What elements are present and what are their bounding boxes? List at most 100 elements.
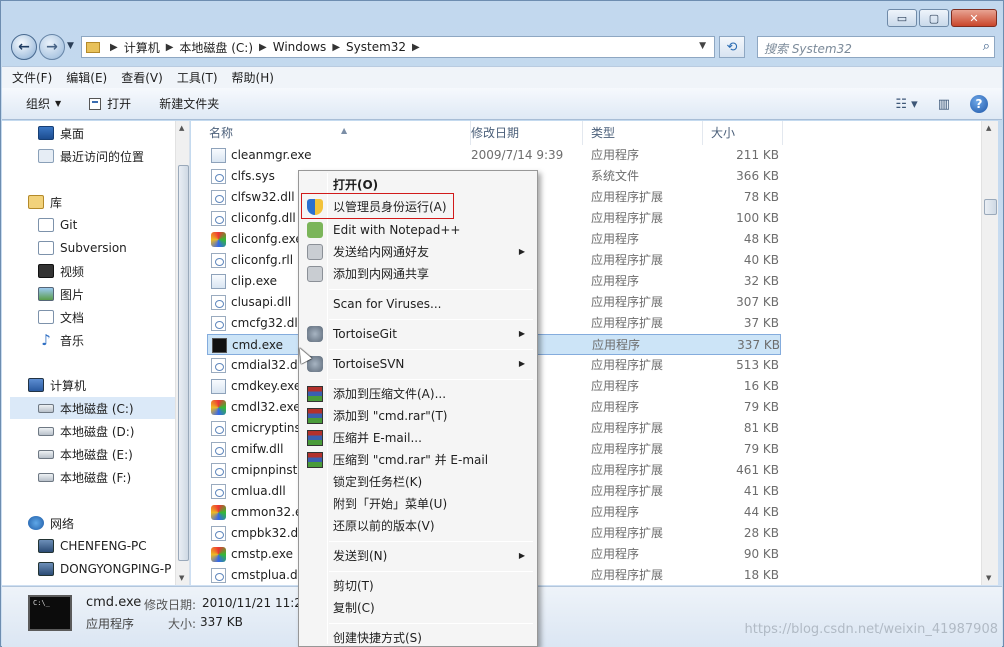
back-button[interactable]: ← (11, 34, 37, 60)
chevron-right-icon[interactable]: ▶ (110, 42, 118, 53)
exe-file-icon (211, 274, 226, 289)
menu-item-pin-start[interactable]: 附到「开始」菜单(U) (301, 493, 535, 515)
column-label: 名称 (209, 126, 234, 140)
minimize-button[interactable]: ▭ (887, 9, 917, 27)
history-dropdown-icon[interactable]: ▼ (67, 41, 74, 51)
file-type-cell: 应用程序 (591, 274, 640, 288)
menu-view[interactable]: 查看(V) (121, 69, 163, 86)
chevron-right-icon[interactable]: ▶ (259, 42, 267, 53)
nav-item-drive-c[interactable]: 本地磁盘 (C:) (10, 397, 182, 419)
file-size-cell: 78 KB (743, 190, 779, 204)
nav-item-host-chenfeng[interactable]: CHENFENG-PC (38, 535, 189, 557)
chevron-right-icon[interactable]: ▶ (412, 42, 420, 53)
menu-tools[interactable]: 工具(T) (177, 69, 218, 86)
nav-item-git[interactable]: Git (38, 214, 189, 236)
menu-item-edit-notepadpp[interactable]: Edit with Notepad++ (301, 219, 535, 241)
preview-pane-icon[interactable]: ▥ (938, 97, 950, 112)
address-dropdown-icon[interactable]: ▼ (699, 41, 706, 51)
open-button[interactable]: 打开 (89, 95, 131, 112)
winrar-icon (307, 430, 323, 446)
nav-item-subversion[interactable]: Subversion (38, 237, 189, 259)
new-folder-button[interactable]: 新建文件夹 (159, 95, 219, 112)
menu-item-restore-versions[interactable]: 还原以前的版本(V) (301, 515, 535, 537)
navigation-pane: 桌面 最近访问的位置 库 Git Subversion 视频 图片 文档 ♪ 音乐… (2, 121, 190, 585)
refresh-button[interactable]: ⟲ (719, 36, 745, 58)
menu-item-add-cmd-rar[interactable]: 添加到 "cmd.rar"(T) (301, 405, 535, 427)
menu-item-add-lan-share[interactable]: 添加到内网通共享 (301, 263, 535, 285)
column-header-size[interactable]: 大小 (703, 121, 783, 145)
nav-item-music[interactable]: ♪ 音乐 (38, 329, 189, 351)
breadcrumb-system32[interactable]: System32 (346, 40, 406, 54)
exe-file-icon (211, 547, 226, 562)
nav-item-host-dongyongping[interactable]: DONGYONGPING-P (38, 558, 189, 580)
menu-item-compress-email[interactable]: 压缩并 E-mail... (301, 427, 535, 449)
forward-button[interactable]: → (39, 34, 65, 60)
nav-item-recent[interactable]: 最近访问的位置 (38, 145, 189, 167)
column-header-date[interactable]: 修改日期 (463, 121, 583, 145)
menu-item-scan-viruses[interactable]: Scan for Viruses... (301, 293, 535, 315)
table-row[interactable]: cleanmgr.exe 2009/7/14 9:39 应用程序 211 KB (207, 145, 781, 166)
nav-label: 最近访问的位置 (60, 149, 145, 164)
nav-scroll-thumb[interactable] (178, 165, 189, 561)
nav-item-network[interactable]: 网络 (28, 512, 189, 534)
organize-button[interactable]: 组织 ▼ (26, 95, 61, 112)
back-arrow-icon: ← (18, 39, 30, 55)
chevron-right-icon[interactable]: ▶ (332, 42, 340, 53)
nav-scrollbar[interactable]: ▲ ▼ (175, 121, 189, 585)
menu-item-pin-taskbar[interactable]: 锁定到任务栏(K) (301, 471, 535, 493)
file-list-scrollbar[interactable]: ▲ ▼ (981, 121, 998, 585)
menu-item-label: 发送给内网通好友 (333, 245, 430, 259)
menu-item-copy[interactable]: 复制(C) (301, 597, 535, 619)
nav-item-documents[interactable]: 文档 (38, 306, 189, 328)
menu-item-send-to[interactable]: 发送到(N) ▶ (301, 545, 535, 567)
menu-item-tortoisegit[interactable]: TortoiseGit ▶ (301, 323, 535, 345)
nav-label: 网络 (50, 516, 75, 531)
menu-file[interactable]: 文件(F) (12, 69, 52, 86)
address-bar[interactable]: ▶ 计算机 ▶ 本地磁盘 (C:) ▶ Windows ▶ System32 ▶… (81, 36, 715, 58)
file-size-cell: 211 KB (736, 148, 779, 162)
menu-item-label: 创建快捷方式(S) (333, 631, 422, 645)
nav-item-drive-e[interactable]: 本地磁盘 (E:) (38, 443, 189, 465)
nav-item-pictures[interactable]: 图片 (38, 283, 189, 305)
tortoisegit-icon (307, 326, 323, 342)
nav-item-drive-f[interactable]: 本地磁盘 (F:) (38, 466, 189, 488)
menu-item-send-lan-friend[interactable]: 发送给内网通好友 ▶ (301, 241, 535, 263)
annotation-highlight-box (301, 193, 454, 219)
close-button[interactable]: ✕ (951, 9, 997, 27)
nav-item-desktop[interactable]: 桌面 (38, 122, 189, 144)
scroll-down-icon[interactable]: ▼ (986, 574, 991, 582)
breadcrumb-windows[interactable]: Windows (273, 40, 327, 54)
file-type-cell: 应用程序 (591, 400, 640, 414)
file-size-cell: 337 KB (737, 338, 780, 352)
file-list-scroll-thumb[interactable] (984, 199, 997, 215)
maximize-button[interactable]: ▢ (919, 9, 949, 27)
column-header-type[interactable]: 类型 (583, 121, 703, 145)
menu-edit[interactable]: 编辑(E) (66, 69, 107, 86)
help-icon[interactable]: ? (970, 95, 988, 113)
menu-item-cut[interactable]: 剪切(T) (301, 575, 535, 597)
nav-item-video[interactable]: 视频 (38, 260, 189, 282)
scroll-up-icon[interactable]: ▲ (986, 124, 991, 132)
details-file-name: cmd.exe (86, 595, 142, 610)
breadcrumb-computer[interactable]: 计算机 (124, 39, 160, 56)
menu-help[interactable]: 帮助(H) (232, 69, 274, 86)
menu-item-label: Scan for Viruses... (333, 297, 442, 311)
column-header-name[interactable]: 名称 ▲ (201, 121, 471, 145)
nav-label: 图片 (60, 287, 85, 302)
nav-item-drive-d[interactable]: 本地磁盘 (D:) (38, 420, 189, 442)
change-view-icon[interactable]: ☷ ▾ (895, 97, 917, 112)
scroll-down-icon[interactable]: ▼ (179, 574, 184, 582)
search-icon[interactable]: ⌕ (983, 39, 990, 54)
menu-item-tortoisesvn[interactable]: TortoiseSVN ▶ (301, 353, 535, 375)
breadcrumb-drive-c[interactable]: 本地磁盘 (C:) (179, 39, 253, 56)
file-type-cell: 应用程序扩展 (591, 484, 664, 498)
file-type-cell: 应用程序扩展 (591, 421, 664, 435)
search-input[interactable]: 搜索 System32 ⌕ (757, 36, 995, 58)
menu-item-add-archive[interactable]: 添加到压缩文件(A)... (301, 383, 535, 405)
nav-item-computer[interactable]: 计算机 (28, 374, 189, 396)
menu-item-compress-rar-email[interactable]: 压缩到 "cmd.rar" 并 E-mail (301, 449, 535, 471)
chevron-right-icon[interactable]: ▶ (166, 42, 174, 53)
scroll-up-icon[interactable]: ▲ (179, 124, 184, 132)
nav-item-libraries[interactable]: 库 (28, 191, 189, 213)
menu-item-create-shortcut[interactable]: 创建快捷方式(S) (301, 627, 535, 647)
